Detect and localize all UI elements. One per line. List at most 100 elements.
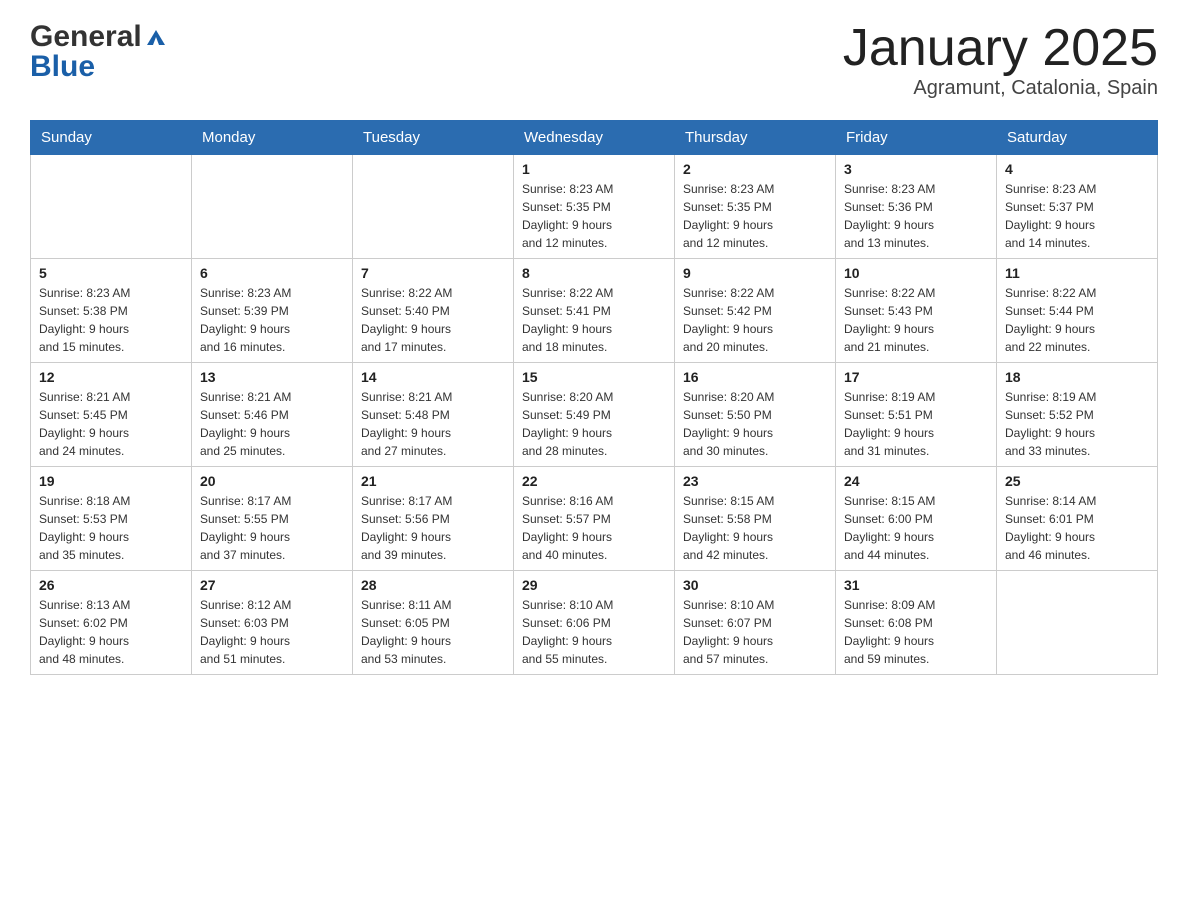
calendar-week-row: 12 Sunrise: 8:21 AM Sunset: 5:45 PM Dayli… xyxy=(31,363,1158,467)
calendar-cell: 23 Sunrise: 8:15 AM Sunset: 5:58 PM Dayli… xyxy=(675,467,836,571)
day-number: 9 xyxy=(683,265,827,281)
day-number: 8 xyxy=(522,265,666,281)
logo-blue-text: Blue xyxy=(30,50,167,84)
day-info: Sunrise: 8:12 AM Sunset: 6:03 PM Dayligh… xyxy=(200,596,344,668)
calendar-day-header: Friday xyxy=(836,121,997,155)
calendar-cell xyxy=(192,155,353,259)
calendar-day-header: Tuesday xyxy=(353,121,514,155)
day-info: Sunrise: 8:17 AM Sunset: 5:55 PM Dayligh… xyxy=(200,492,344,564)
day-number: 20 xyxy=(200,473,344,489)
day-info: Sunrise: 8:10 AM Sunset: 6:07 PM Dayligh… xyxy=(683,596,827,668)
day-number: 6 xyxy=(200,265,344,281)
calendar-cell: 13 Sunrise: 8:21 AM Sunset: 5:46 PM Dayli… xyxy=(192,363,353,467)
day-info: Sunrise: 8:22 AM Sunset: 5:44 PM Dayligh… xyxy=(1005,284,1149,356)
day-info: Sunrise: 8:15 AM Sunset: 5:58 PM Dayligh… xyxy=(683,492,827,564)
day-number: 12 xyxy=(39,369,183,385)
calendar-day-header: Saturday xyxy=(997,121,1158,155)
calendar-cell: 27 Sunrise: 8:12 AM Sunset: 6:03 PM Dayli… xyxy=(192,571,353,675)
day-info: Sunrise: 8:21 AM Sunset: 5:48 PM Dayligh… xyxy=(361,388,505,460)
day-info: Sunrise: 8:11 AM Sunset: 6:05 PM Dayligh… xyxy=(361,596,505,668)
calendar-cell: 25Sunrise: 8:14 AM Sunset: 6:01 PM Dayli… xyxy=(997,467,1158,571)
day-number: 25 xyxy=(1005,473,1149,489)
calendar-cell: 22 Sunrise: 8:16 AM Sunset: 5:57 PM Dayli… xyxy=(514,467,675,571)
day-number: 11 xyxy=(1005,265,1149,281)
day-number: 23 xyxy=(683,473,827,489)
day-info: Sunrise: 8:20 AM Sunset: 5:49 PM Dayligh… xyxy=(522,388,666,460)
day-info: Sunrise: 8:19 AM Sunset: 5:51 PM Dayligh… xyxy=(844,388,988,460)
calendar-cell: 11 Sunrise: 8:22 AM Sunset: 5:44 PM Dayli… xyxy=(997,259,1158,363)
day-number: 22 xyxy=(522,473,666,489)
day-number: 21 xyxy=(361,473,505,489)
day-info: Sunrise: 8:15 AM Sunset: 6:00 PM Dayligh… xyxy=(844,492,988,564)
day-number: 1 xyxy=(522,161,666,177)
day-number: 3 xyxy=(844,161,988,177)
calendar-cell: 10 Sunrise: 8:22 AM Sunset: 5:43 PM Dayli… xyxy=(836,259,997,363)
day-info: Sunrise: 8:23 AM Sunset: 5:35 PM Dayligh… xyxy=(683,180,827,252)
day-number: 28 xyxy=(361,577,505,593)
day-number: 27 xyxy=(200,577,344,593)
day-info: Sunrise: 8:23 AM Sunset: 5:36 PM Dayligh… xyxy=(844,180,988,252)
day-info: Sunrise: 8:16 AM Sunset: 5:57 PM Dayligh… xyxy=(522,492,666,564)
calendar-cell: 29Sunrise: 8:10 AM Sunset: 6:06 PM Dayli… xyxy=(514,571,675,675)
calendar-cell: 16 Sunrise: 8:20 AM Sunset: 5:50 PM Dayli… xyxy=(675,363,836,467)
day-number: 4 xyxy=(1005,161,1149,177)
day-info: Sunrise: 8:17 AM Sunset: 5:56 PM Dayligh… xyxy=(361,492,505,564)
calendar-week-row: 26Sunrise: 8:13 AM Sunset: 6:02 PM Dayli… xyxy=(31,571,1158,675)
calendar-cell: 30 Sunrise: 8:10 AM Sunset: 6:07 PM Dayli… xyxy=(675,571,836,675)
calendar-day-header: Wednesday xyxy=(514,121,675,155)
day-info: Sunrise: 8:09 AM Sunset: 6:08 PM Dayligh… xyxy=(844,596,988,668)
logo: General Blue xyxy=(30,20,167,84)
calendar-cell: 31Sunrise: 8:09 AM Sunset: 6:08 PM Dayli… xyxy=(836,571,997,675)
day-number: 30 xyxy=(683,577,827,593)
day-info: Sunrise: 8:22 AM Sunset: 5:42 PM Dayligh… xyxy=(683,284,827,356)
calendar-cell: 24 Sunrise: 8:15 AM Sunset: 6:00 PM Dayli… xyxy=(836,467,997,571)
day-info: Sunrise: 8:22 AM Sunset: 5:43 PM Dayligh… xyxy=(844,284,988,356)
day-info: Sunrise: 8:23 AM Sunset: 5:39 PM Dayligh… xyxy=(200,284,344,356)
page-header: General Blue January 2025 Agramunt, Cata… xyxy=(30,20,1158,100)
calendar-week-row: 19Sunrise: 8:18 AM Sunset: 5:53 PM Dayli… xyxy=(31,467,1158,571)
calendar-cell: 3 Sunrise: 8:23 AM Sunset: 5:36 PM Daylig… xyxy=(836,155,997,259)
page-subtitle: Agramunt, Catalonia, Spain xyxy=(843,77,1158,100)
page-title: January 2025 xyxy=(843,20,1158,77)
day-info: Sunrise: 8:22 AM Sunset: 5:40 PM Dayligh… xyxy=(361,284,505,356)
day-number: 2 xyxy=(683,161,827,177)
calendar-cell: 17Sunrise: 8:19 AM Sunset: 5:51 PM Dayli… xyxy=(836,363,997,467)
calendar-cell: 15Sunrise: 8:20 AM Sunset: 5:49 PM Dayli… xyxy=(514,363,675,467)
calendar-cell: 20 Sunrise: 8:17 AM Sunset: 5:55 PM Dayli… xyxy=(192,467,353,571)
calendar-day-header: Sunday xyxy=(31,121,192,155)
calendar-cell: 9 Sunrise: 8:22 AM Sunset: 5:42 PM Daylig… xyxy=(675,259,836,363)
day-info: Sunrise: 8:20 AM Sunset: 5:50 PM Dayligh… xyxy=(683,388,827,460)
calendar-cell: 2 Sunrise: 8:23 AM Sunset: 5:35 PM Daylig… xyxy=(675,155,836,259)
day-number: 16 xyxy=(683,369,827,385)
calendar-cell: 12 Sunrise: 8:21 AM Sunset: 5:45 PM Dayli… xyxy=(31,363,192,467)
day-number: 14 xyxy=(361,369,505,385)
calendar-table: SundayMondayTuesdayWednesdayThursdayFrid… xyxy=(30,120,1158,675)
day-info: Sunrise: 8:23 AM Sunset: 5:38 PM Dayligh… xyxy=(39,284,183,356)
calendar-week-row: 5 Sunrise: 8:23 AM Sunset: 5:38 PM Daylig… xyxy=(31,259,1158,363)
day-info: Sunrise: 8:19 AM Sunset: 5:52 PM Dayligh… xyxy=(1005,388,1149,460)
day-number: 10 xyxy=(844,265,988,281)
day-info: Sunrise: 8:21 AM Sunset: 5:46 PM Dayligh… xyxy=(200,388,344,460)
calendar-cell xyxy=(997,571,1158,675)
logo-general-text: General xyxy=(30,20,142,54)
calendar-cell: 8 Sunrise: 8:22 AM Sunset: 5:41 PM Daylig… xyxy=(514,259,675,363)
day-number: 19 xyxy=(39,473,183,489)
calendar-cell: 21 Sunrise: 8:17 AM Sunset: 5:56 PM Dayli… xyxy=(353,467,514,571)
calendar-cell: 28 Sunrise: 8:11 AM Sunset: 6:05 PM Dayli… xyxy=(353,571,514,675)
calendar-cell: 14 Sunrise: 8:21 AM Sunset: 5:48 PM Dayli… xyxy=(353,363,514,467)
calendar-day-header: Monday xyxy=(192,121,353,155)
day-info: Sunrise: 8:23 AM Sunset: 5:35 PM Dayligh… xyxy=(522,180,666,252)
day-number: 24 xyxy=(844,473,988,489)
day-info: Sunrise: 8:22 AM Sunset: 5:41 PM Dayligh… xyxy=(522,284,666,356)
day-info: Sunrise: 8:21 AM Sunset: 5:45 PM Dayligh… xyxy=(39,388,183,460)
day-number: 29 xyxy=(522,577,666,593)
calendar-cell: 18 Sunrise: 8:19 AM Sunset: 5:52 PM Dayli… xyxy=(997,363,1158,467)
day-number: 18 xyxy=(1005,369,1149,385)
day-number: 5 xyxy=(39,265,183,281)
calendar-cell: 7Sunrise: 8:22 AM Sunset: 5:40 PM Daylig… xyxy=(353,259,514,363)
calendar-cell: 19Sunrise: 8:18 AM Sunset: 5:53 PM Dayli… xyxy=(31,467,192,571)
calendar-cell: 5 Sunrise: 8:23 AM Sunset: 5:38 PM Daylig… xyxy=(31,259,192,363)
day-info: Sunrise: 8:13 AM Sunset: 6:02 PM Dayligh… xyxy=(39,596,183,668)
day-number: 13 xyxy=(200,369,344,385)
calendar-cell: 6 Sunrise: 8:23 AM Sunset: 5:39 PM Daylig… xyxy=(192,259,353,363)
